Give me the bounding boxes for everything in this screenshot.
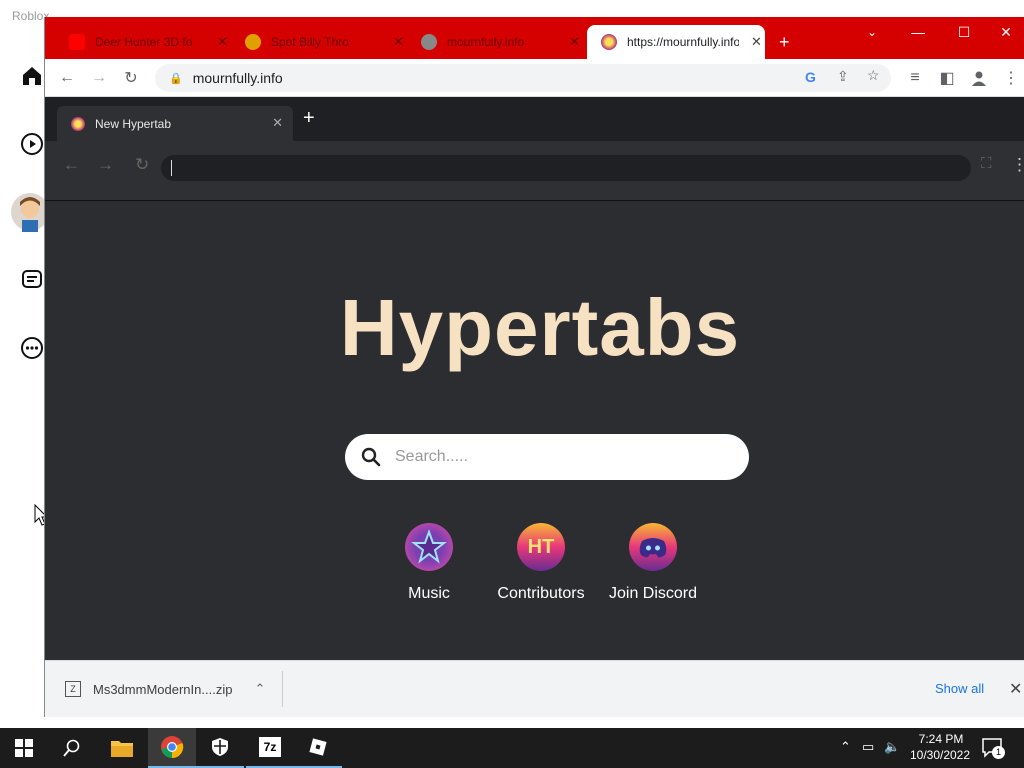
reload-icon[interactable]: ↻ xyxy=(135,155,149,175)
hypertab-navbar: ← → ↻ ⛶ ⋮ xyxy=(45,141,1024,201)
close-tab-icon[interactable]: ✕ xyxy=(569,34,580,50)
close-tab-icon[interactable]: ✕ xyxy=(217,34,228,50)
download-filename: Ms3dmmModernIn....zip xyxy=(93,681,233,697)
clock-date[interactable]: 10/30/2022 xyxy=(907,748,973,762)
maximize-button[interactable]: ☐ xyxy=(941,17,987,47)
tab-strip: Deer Hunter 3D fo ✕ Spot Billy Thro ✕ mo… xyxy=(45,17,1024,59)
search-placeholder: Search..... xyxy=(395,448,468,465)
search-icon[interactable] xyxy=(48,728,96,768)
forward-icon[interactable]: → xyxy=(85,65,113,91)
share-icon[interactable]: ⇪ xyxy=(837,68,849,85)
discord-icon xyxy=(629,523,677,571)
discord-shortcut[interactable]: Join Discord xyxy=(593,523,713,603)
notification-center-icon[interactable]: 1 xyxy=(982,738,1005,763)
network-icon[interactable]: ▭ xyxy=(862,739,874,755)
notification-badge: 1 xyxy=(992,746,1005,759)
browser-tab[interactable]: Spot Billy Thro ✕ xyxy=(231,25,407,59)
7zip-icon[interactable]: 7z xyxy=(246,728,294,768)
tab-label: Deer Hunter 3D fo xyxy=(95,35,193,49)
download-bar: Z Ms3dmmModernIn....zip ⌃ Show all ✕ xyxy=(45,660,1024,717)
bookmark-star-icon[interactable]: ☆ xyxy=(867,67,880,84)
clock-time[interactable]: 7:24 PM xyxy=(912,731,970,747)
star-icon xyxy=(405,523,453,571)
music-shortcut[interactable]: Music xyxy=(369,523,489,603)
close-tab-icon[interactable]: ✕ xyxy=(751,34,762,50)
ht-logo-icon: HT xyxy=(517,523,565,571)
text-caret xyxy=(171,160,172,176)
page-title: Hypertabs xyxy=(339,283,741,372)
tab-label: https://mournfully.info xyxy=(627,35,739,49)
show-all-button[interactable]: Show all xyxy=(935,681,984,696)
globe-icon xyxy=(421,34,437,50)
reload-icon[interactable]: ↻ xyxy=(117,65,145,91)
chevron-up-icon[interactable]: ⌃ xyxy=(254,681,265,697)
side-panel-icon[interactable]: ◧ xyxy=(933,65,961,91)
lock-icon[interactable]: 🔒 xyxy=(169,72,183,85)
zip-file-icon: Z xyxy=(65,681,81,697)
hypertabs-icon xyxy=(601,34,617,50)
tile-label: Join Discord xyxy=(608,585,698,602)
address-text: mournfully.info xyxy=(192,70,283,86)
profile-icon[interactable] xyxy=(965,65,993,91)
hypertab-tabbar: New Hypertab ✕ + xyxy=(45,97,1024,141)
browser-toolbar: ← → ↻ 🔒 mournfully.info G ⇪ ☆ ≡ ◧ ⋮ xyxy=(45,59,1024,97)
volume-icon[interactable]: 🔈 xyxy=(884,739,900,755)
hypertabs-icon xyxy=(71,116,85,131)
close-tab-icon[interactable]: ✕ xyxy=(393,34,404,50)
youtube-icon xyxy=(69,34,85,50)
address-bar[interactable]: 🔒 mournfully.info G ⇪ ☆ xyxy=(155,64,891,92)
new-tab-button[interactable]: + xyxy=(773,25,803,59)
tab-label: Spot Billy Thro xyxy=(271,35,349,49)
taskbar: 7z ⌃ ▭ 🔈 7:24 PM 10/30/2022 1 xyxy=(0,728,1024,768)
contributors-shortcut[interactable]: HT Contributors xyxy=(481,523,601,603)
forward-icon[interactable]: → xyxy=(97,155,114,175)
browser-tab-active[interactable]: https://mournfully.info ✕ xyxy=(587,25,765,59)
chrome-icon[interactable] xyxy=(148,728,196,768)
hypertab-tab[interactable]: New Hypertab ✕ xyxy=(57,106,293,141)
new-hypertab-button[interactable]: + xyxy=(303,107,315,130)
roblox-icon[interactable] xyxy=(294,728,342,768)
menu-kebab-icon[interactable]: ⋮ xyxy=(1011,155,1024,175)
browser-tab[interactable]: Deer Hunter 3D fo ✕ xyxy=(55,25,231,59)
menu-kebab-icon[interactable]: ⋮ xyxy=(997,65,1024,91)
download-item[interactable]: Z Ms3dmmModernIn....zip ⌃ xyxy=(55,671,283,707)
back-icon[interactable]: ← xyxy=(53,65,81,91)
close-download-bar-icon[interactable]: ✕ xyxy=(1009,679,1022,699)
browser-tab[interactable]: mournfully.info ✕ xyxy=(407,25,583,59)
close-hypertab-icon[interactable]: ✕ xyxy=(272,115,283,131)
chrome-window: Deer Hunter 3D fo ✕ Spot Billy Thro ✕ mo… xyxy=(44,17,1024,717)
chevron-up-icon[interactable]: ⌃ xyxy=(840,739,851,755)
hypertabs-page: New Hypertab ✕ + ← → ↻ ⛶ ⋮ Hypertabs Sea… xyxy=(45,97,1024,660)
google-lens-icon[interactable]: G xyxy=(805,69,816,85)
file-explorer-icon[interactable] xyxy=(98,728,146,768)
reading-list-icon[interactable]: ≡ xyxy=(901,65,929,91)
tile-label: Contributors xyxy=(497,585,585,602)
back-icon[interactable]: ← xyxy=(63,155,80,175)
tab-label: mournfully.info xyxy=(447,35,525,49)
tab-search-icon[interactable]: ⌄ xyxy=(849,17,895,47)
hypertab-tab-title: New Hypertab xyxy=(95,116,172,131)
security-shield-icon[interactable] xyxy=(196,728,244,768)
search-icon xyxy=(361,447,381,467)
windows-start-icon[interactable] xyxy=(0,728,48,768)
game-icon xyxy=(245,34,261,50)
search-input[interactable]: Search..... xyxy=(345,434,749,480)
hypertab-url-input[interactable] xyxy=(161,155,971,181)
tile-label: Music xyxy=(408,585,450,602)
close-window-button[interactable]: ✕ xyxy=(987,17,1024,47)
minimize-button[interactable]: — xyxy=(895,17,941,47)
fullscreen-icon[interactable]: ⛶ xyxy=(981,155,992,172)
